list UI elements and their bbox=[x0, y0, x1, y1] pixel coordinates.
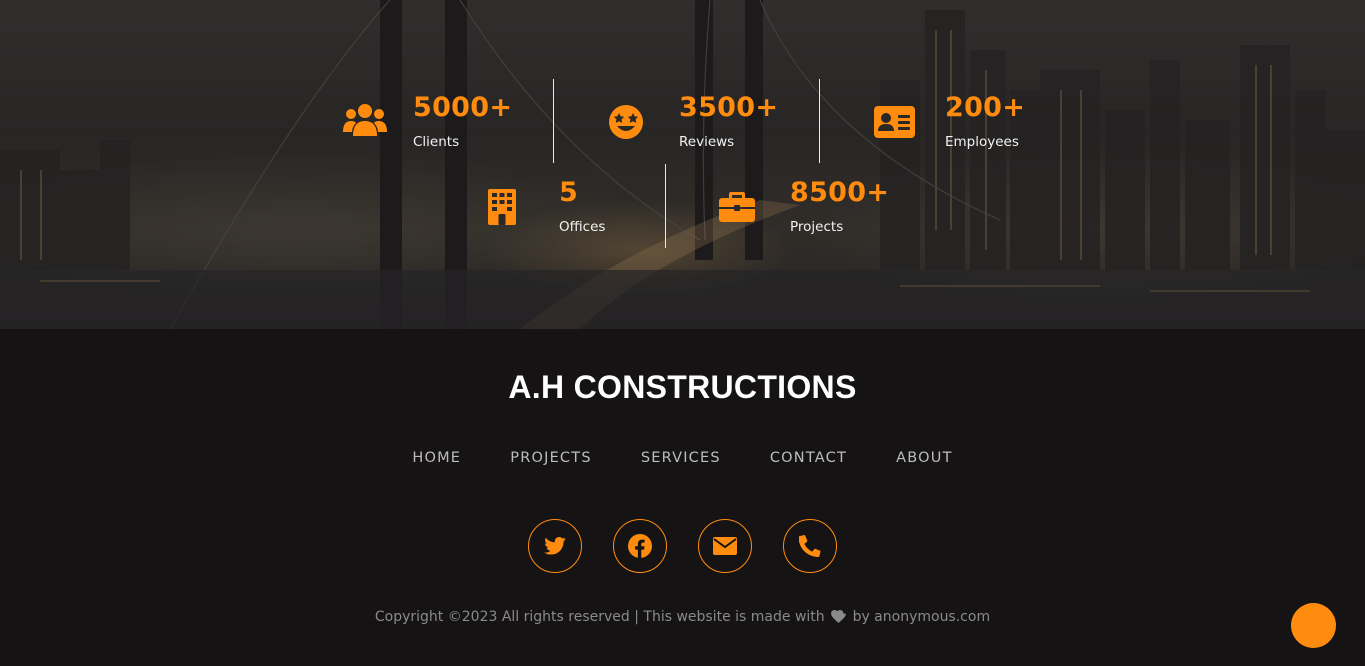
users-icon bbox=[343, 102, 387, 142]
stat-label: Reviews bbox=[679, 134, 735, 150]
nav-link-projects[interactable]: PROJECTS bbox=[510, 450, 591, 466]
stat-value: 200+ bbox=[945, 92, 1026, 123]
stat-label: Offices bbox=[559, 219, 606, 235]
copyright-prefix: Copyright ©2023 All rights reserved | Th… bbox=[374, 609, 825, 625]
twitter-icon bbox=[544, 537, 566, 555]
facebook-button[interactable] bbox=[612, 519, 667, 573]
nav-link-services[interactable]: SERVICES bbox=[641, 450, 721, 466]
envelope-icon bbox=[713, 537, 738, 555]
twitter-button[interactable] bbox=[527, 519, 582, 573]
facebook-icon bbox=[627, 534, 652, 558]
site-footer: A.H CONSTRUCTIONS HOME PROJECTS SERVICES… bbox=[0, 329, 1365, 666]
stat-label: Clients bbox=[413, 134, 460, 150]
stats-section: 5000+ Clients 3500+ Reviews 200+ Employe… bbox=[0, 0, 1365, 329]
stat-label: Projects bbox=[790, 219, 844, 235]
background-overlay bbox=[0, 0, 1365, 329]
divider bbox=[665, 164, 666, 248]
nav-link-home[interactable]: HOME bbox=[412, 450, 461, 466]
email-button[interactable] bbox=[698, 519, 753, 573]
star-eyes-face-icon bbox=[608, 104, 644, 144]
scroll-to-top-button[interactable] bbox=[1291, 603, 1336, 648]
phone-button[interactable] bbox=[783, 519, 838, 573]
divider bbox=[553, 79, 554, 163]
footer-brand: A.H CONSTRUCTIONS bbox=[508, 369, 857, 405]
nav-link-contact[interactable]: CONTACT bbox=[770, 450, 847, 466]
copyright-text: Copyright ©2023 All rights reserved | Th… bbox=[0, 609, 1365, 627]
divider bbox=[819, 79, 820, 163]
building-icon bbox=[488, 189, 516, 229]
stat-label: Employees bbox=[945, 134, 1019, 150]
stat-value: 3500+ bbox=[679, 92, 779, 123]
copyright-suffix: by anonymous.com bbox=[852, 609, 991, 625]
nav-link-about[interactable]: ABOUT bbox=[896, 450, 953, 466]
stat-value: 5 bbox=[559, 177, 579, 208]
social-links bbox=[0, 519, 1365, 573]
briefcase-icon bbox=[719, 190, 755, 226]
footer-nav: HOME PROJECTS SERVICES CONTACT ABOUT bbox=[0, 447, 1365, 466]
phone-icon bbox=[799, 535, 821, 557]
heart-icon bbox=[831, 610, 847, 627]
id-card-icon bbox=[874, 106, 915, 142]
stat-value: 8500+ bbox=[790, 177, 890, 208]
stat-value: 5000+ bbox=[413, 92, 513, 123]
